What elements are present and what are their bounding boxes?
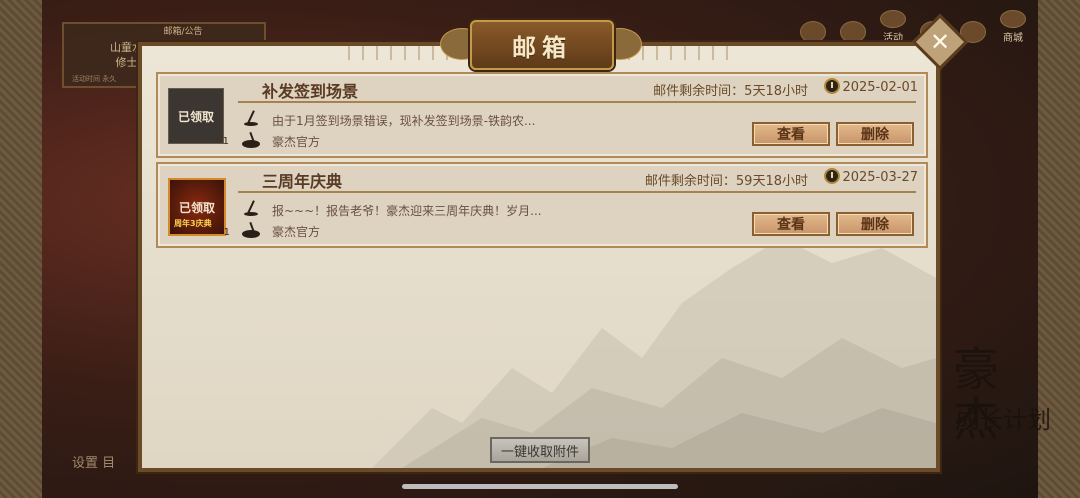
close-icon: ✕ — [929, 27, 951, 56]
notice-board-title: 邮箱/公告 — [163, 27, 203, 37]
mail-sender: 豪杰官方 — [272, 135, 321, 149]
mail-sender: 豪杰官方 — [272, 225, 321, 239]
mail-title: 三周年庆典 — [262, 172, 343, 191]
mail-preview: 由于1月签到场景错误，现补发签到场景-铁韵农... — [272, 114, 536, 128]
delete-button[interactable]: 删除 — [836, 212, 914, 236]
clock-icon — [824, 78, 840, 94]
activity-icon[interactable]: 活动 — [878, 10, 908, 44]
ink-stone-icon — [242, 222, 260, 240]
mail-attachment-thumbnail[interactable]: 已领取 1 — [168, 88, 229, 147]
left-border-texture — [0, 0, 42, 498]
delete-button[interactable]: 删除 — [836, 122, 914, 146]
attachment-status: 已领取 — [178, 200, 215, 215]
attachment-status: 已领取 — [177, 109, 214, 124]
mailbox-title-plaque: 邮箱 — [470, 20, 614, 70]
title-divider — [238, 191, 916, 193]
attachment-count: 1 — [222, 136, 229, 147]
mail-item[interactable]: 已领取 1 补发签到场景 邮件剩余时间：5天18小时 2025-02-01 由于… — [156, 72, 928, 158]
brush-icon — [242, 200, 260, 218]
ink-stone-icon — [242, 132, 260, 150]
mail-date: 2025-02-01 — [842, 80, 918, 95]
brush-icon — [242, 110, 260, 128]
notice-board-small: 活动时间 永久 — [72, 75, 117, 83]
attachment-count: 1 — [223, 227, 230, 238]
mail-date: 2025-03-27 — [842, 170, 918, 185]
view-button[interactable]: 查看 — [752, 122, 830, 146]
shop-icon[interactable]: 商城 — [998, 10, 1028, 44]
title-divider — [238, 101, 916, 103]
mail-preview: 报~~~！报告老爷！豪杰迎来三周年庆典！岁月... — [272, 204, 542, 218]
collect-all-attachments-button[interactable]: 一键收取附件 — [490, 437, 590, 463]
diamond-icon[interactable] — [798, 10, 828, 44]
background-calligraphy-sub: 成长计划 — [955, 406, 1051, 434]
settings-shortcut[interactable]: 设置 目 — [72, 452, 115, 471]
view-button[interactable]: 查看 — [752, 212, 830, 236]
mail-item[interactable]: 已领取 周年3庆典 1 三周年庆典 邮件剩余时间：59天18小时 2025-03… — [156, 162, 928, 248]
attachment-subtitle: 周年3庆典 — [174, 219, 212, 228]
mail-remaining-time: 邮件剩余时间：59天18小时 — [644, 174, 808, 189]
clock-icon — [824, 168, 840, 184]
mailbox-title: 邮箱 — [512, 32, 572, 62]
mail-title: 补发签到场景 — [262, 82, 359, 101]
mail-remaining-time: 邮件剩余时间：5天18小时 — [653, 84, 808, 99]
event-icon[interactable] — [838, 10, 868, 44]
home-indicator[interactable] — [402, 484, 678, 489]
mail-attachment-thumbnail[interactable]: 已领取 周年3庆典 1 — [168, 178, 230, 238]
